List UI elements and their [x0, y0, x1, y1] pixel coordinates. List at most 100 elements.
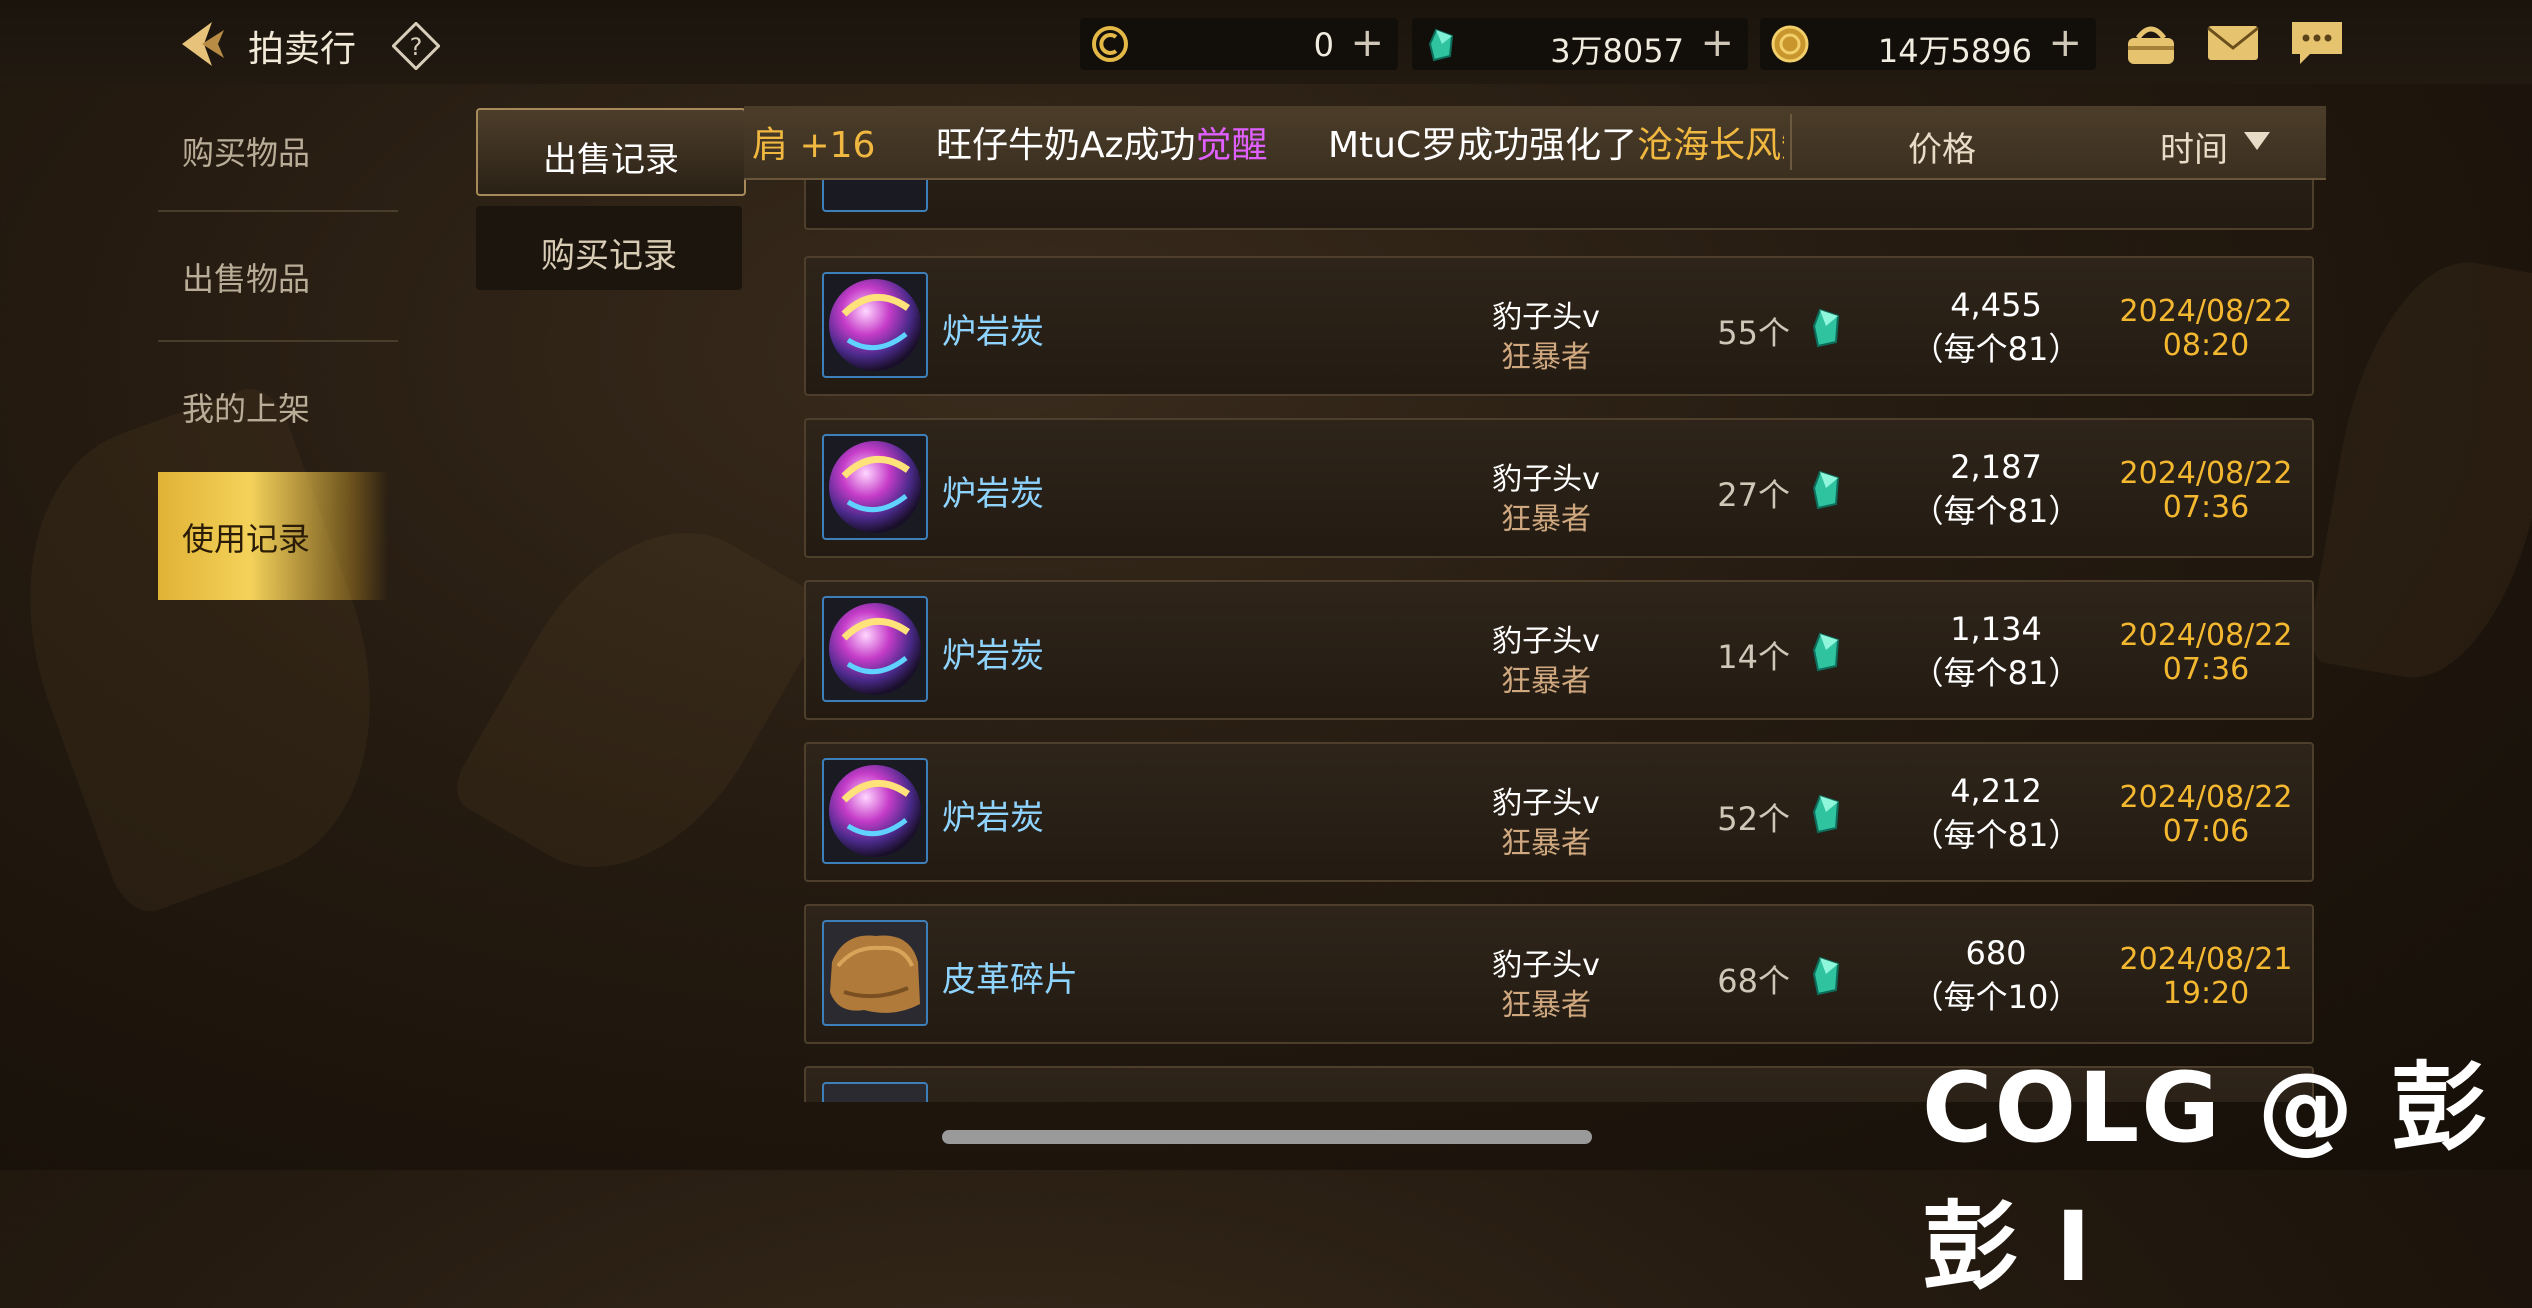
unit-price: （每个81）	[1911, 492, 2081, 530]
nav-my-listings-label: 我的上架	[182, 390, 311, 428]
item-name: 炉岩炭	[942, 312, 1044, 352]
currency-gem-value: 3万8057	[1550, 32, 1684, 70]
unit-price: （每个81）	[1911, 816, 2081, 854]
add-gold-button[interactable]: +	[2048, 20, 2082, 66]
sort-down-icon[interactable]	[2244, 132, 2270, 150]
seller-class: 狂暴者	[1501, 664, 1591, 699]
nav-usage-log[interactable]: 使用记录	[158, 472, 388, 600]
record-date: 2024/08/22	[2119, 780, 2293, 815]
item-name: 炉岩炭	[942, 474, 1044, 514]
back-arrow-icon[interactable]	[172, 16, 228, 72]
mail-icon[interactable]	[2204, 16, 2262, 70]
chat-icon[interactable]	[2288, 16, 2346, 70]
record-time: 07:06	[2162, 814, 2250, 849]
table-row[interactable]: 炉岩炭 豹子头v 狂暴者 52个 4,212 （每个81） 2024/08/22…	[804, 742, 2314, 882]
total-price: 4,455	[1950, 286, 2042, 324]
top-bar: 拍卖行 ? 0 + 3万8057 + 14万5896 +	[0, 0, 2532, 84]
watermark: COLG @ 彭彭 I	[1922, 1052, 2489, 1303]
nav-sell-items-label: 出售物品	[182, 260, 311, 298]
tab-sell-log[interactable]: 出售记录	[476, 108, 746, 196]
green-gem-icon	[1812, 470, 1840, 510]
header-divider	[1790, 114, 1792, 170]
table-row[interactable]	[804, 180, 2314, 230]
svg-text:?: ?	[410, 33, 423, 61]
page-title: 拍卖行	[248, 29, 357, 70]
green-gem-icon	[1812, 632, 1840, 672]
total-price: 1,134	[1950, 610, 2042, 648]
record-time: 07:36	[2162, 652, 2250, 687]
c-coin-icon	[1092, 26, 1128, 62]
unit-price: （每个81）	[1911, 654, 2081, 692]
unit-price: （每个10）	[1911, 978, 2081, 1016]
seller-name: 豹子头v	[1492, 462, 1600, 497]
leather-scrap-icon	[822, 1082, 928, 1102]
nav-buy-items[interactable]: 购买物品	[158, 86, 388, 212]
seller-class: 狂暴者	[1501, 502, 1591, 537]
scroll-indicator[interactable]	[942, 1130, 1592, 1144]
green-gem-icon	[1812, 956, 1840, 996]
ticker-highlight: 觉醒	[1195, 125, 1268, 166]
total-price: 2,187	[1950, 448, 2042, 486]
broadcast-ticker: 肩 +16 旺仔牛奶Az成功觉醒 MtuC罗成功强化了沧海长风短	[752, 110, 1784, 172]
record-time: 08:20	[2162, 328, 2250, 363]
unit-price: （每个81）	[1911, 330, 2081, 368]
column-time-sort[interactable]: 时间	[2160, 122, 2228, 171]
quantity: 14个	[1717, 638, 1790, 676]
record-time: 19:20	[2162, 976, 2250, 1011]
gold-coin-icon	[1771, 25, 1809, 63]
currency-gold: 14万5896 +	[1760, 18, 2096, 70]
lava-coal-icon	[822, 272, 928, 378]
seller-name: 豹子头v	[1492, 300, 1600, 335]
ticker-highlight: 沧海长风短	[1637, 125, 1784, 166]
tab-buy-log-label: 购买记录	[541, 236, 677, 276]
currency-c-value: 0	[1313, 26, 1334, 64]
total-price: 680	[1965, 934, 2027, 972]
currency-gem: 3万8057 +	[1412, 18, 1748, 70]
seller-name: 豹子头v	[1492, 948, 1600, 983]
table-row[interactable]: 炉岩炭 豹子头v 狂暴者 14个 1,134 （每个81） 2024/08/22…	[804, 580, 2314, 720]
item-name: 皮革碎片	[942, 960, 1078, 1000]
seller-class: 狂暴者	[1501, 340, 1591, 375]
seller-class: 狂暴者	[1501, 826, 1591, 861]
table-row[interactable]: 皮革碎片 豹子头v 狂暴者 68个 680 （每个10） 2024/08/21 …	[804, 904, 2314, 1044]
item-icon	[822, 180, 928, 212]
record-time: 07:36	[2162, 490, 2250, 525]
quantity: 27个	[1717, 476, 1790, 514]
nav-my-listings[interactable]: 我的上架	[158, 342, 388, 468]
add-c-coin-button[interactable]: +	[1350, 20, 1384, 66]
nav-usage-log-label: 使用记录	[182, 520, 311, 558]
leather-scrap-icon	[822, 920, 928, 1026]
help-icon[interactable]: ?	[392, 22, 440, 70]
bag-icon[interactable]	[2122, 16, 2180, 70]
green-gem-icon	[1812, 794, 1840, 834]
total-price: 4,212	[1950, 772, 2042, 810]
lava-coal-icon	[822, 596, 928, 702]
record-date: 2024/08/22	[2119, 456, 2293, 491]
currency-gold-value: 14万5896	[1877, 32, 2032, 70]
ticker-part-1: 肩 +16	[752, 125, 876, 166]
green-gem-icon	[1428, 28, 1454, 62]
tab-buy-log[interactable]: 购买记录	[476, 206, 742, 290]
record-date: 2024/08/22	[2119, 294, 2293, 329]
green-gem-icon	[1812, 308, 1840, 348]
quantity: 52个	[1717, 800, 1790, 838]
nav-sell-items[interactable]: 出售物品	[158, 212, 388, 338]
seller-class: 狂暴者	[1501, 988, 1591, 1023]
table-row[interactable]: 炉岩炭 豹子头v 狂暴者 55个 4,455 （每个81） 2024/08/22…	[804, 256, 2314, 396]
quantity: 55个	[1717, 314, 1790, 352]
record-date: 2024/08/21	[2119, 942, 2293, 977]
ticker-part-2: 旺仔牛奶Az成功觉醒	[936, 125, 1268, 166]
table-row[interactable]: 炉岩炭 豹子头v 狂暴者 27个 2,187 （每个81） 2024/08/22…	[804, 418, 2314, 558]
column-price: 价格	[1908, 130, 1976, 170]
record-list[interactable]: 炉岩炭 豹子头v 狂暴者 55个 4,455 （每个81） 2024/08/22…	[760, 180, 2332, 1102]
item-name: 炉岩炭	[942, 798, 1044, 838]
seller-name: 豹子头v	[1492, 786, 1600, 821]
tab-sell-log-label: 出售记录	[543, 140, 679, 180]
quantity: 68个	[1717, 962, 1790, 1000]
currency-c-coin: 0 +	[1080, 18, 1398, 70]
record-date: 2024/08/22	[2119, 618, 2293, 653]
item-name: 炉岩炭	[942, 636, 1044, 676]
lava-coal-icon	[822, 434, 928, 540]
ticker-part-3: MtuC罗成功强化了沧海长风短	[1328, 116, 1784, 168]
add-gem-button[interactable]: +	[1700, 20, 1734, 66]
